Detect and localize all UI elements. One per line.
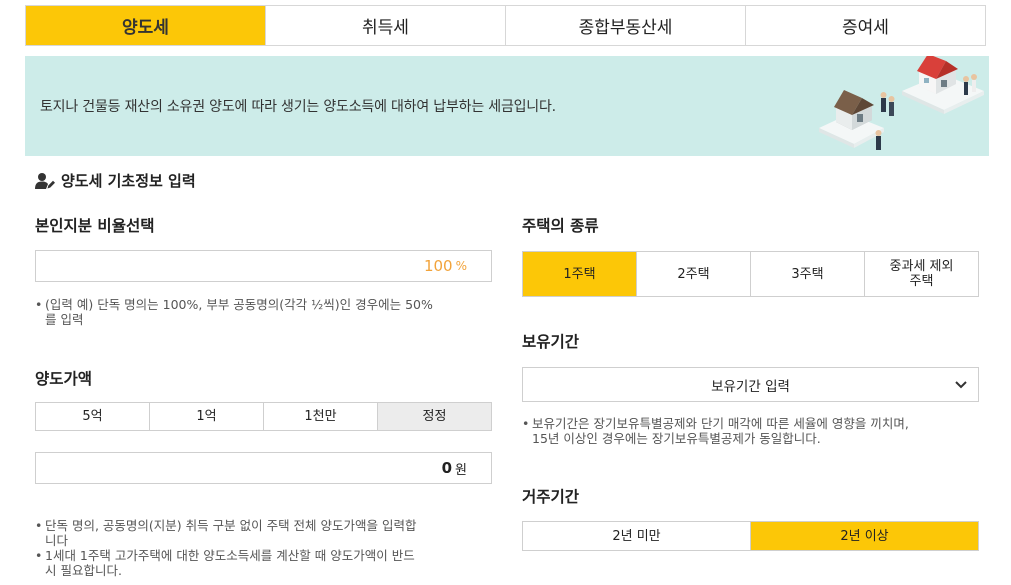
tab-capital-gains-tax[interactable]: 양도세 bbox=[26, 6, 265, 45]
house-type-label: 주택의 종류 bbox=[522, 217, 599, 235]
tab-gift-tax[interactable]: 증여세 bbox=[745, 6, 985, 45]
holding-label: 보유기간 bbox=[522, 333, 580, 351]
reset-button[interactable]: 정정 bbox=[377, 403, 491, 430]
ownership-note: • (입력 예) 단독 명의는 100%, 부부 공동명의(각각 ½씩)인 경우에… bbox=[35, 297, 433, 327]
chevron-down-icon bbox=[955, 381, 967, 389]
price-note-line: 시 필요합니다. bbox=[45, 563, 122, 578]
holding-note-line: 보유기간은 장기보유특별공제와 단기 매각에 따른 세율에 영향을 끼치며, bbox=[532, 416, 909, 431]
section-title: 양도세 기초정보 입력 bbox=[61, 172, 196, 190]
price-note-line: 단독 명의, 공동명의(지분) 취득 구분 없이 주택 전체 양도가액을 입력합 bbox=[45, 518, 417, 533]
sale-price-input[interactable]: 0 원 bbox=[35, 452, 492, 484]
ownership-note-line: (입력 예) 단독 명의는 100%, 부부 공동명의(각각 ½씩)인 경우에는… bbox=[45, 297, 433, 312]
add-100m-button[interactable]: 1억 bbox=[149, 403, 263, 430]
tab-acquisition-tax[interactable]: 취득세 bbox=[265, 6, 505, 45]
ownership-unit: % bbox=[455, 259, 467, 273]
house-type-1[interactable]: 1주택 bbox=[523, 252, 636, 296]
house-type-3[interactable]: 3주택 bbox=[750, 252, 864, 296]
add-500m-button[interactable]: 5억 bbox=[36, 403, 149, 430]
holding-note: • 보유기간은 장기보유특별공제와 단기 매각에 따른 세율에 영향을 끼치며, … bbox=[522, 416, 909, 446]
sale-price-unit: 원 bbox=[455, 462, 467, 478]
house-type-selector: 1주택 2주택 3주택 중과세 제외 주택 bbox=[522, 251, 979, 297]
tab-comprehensive-property-tax[interactable]: 종합부동산세 bbox=[505, 6, 745, 45]
price-note-line: 니다 bbox=[45, 533, 69, 548]
house-type-exempt-line2: 주택 bbox=[909, 274, 934, 289]
tax-tabs: 양도세 취득세 종합부동산세 증여세 bbox=[25, 5, 986, 46]
section-heading: 양도세 기초정보 입력 bbox=[35, 170, 196, 191]
houses-illustration-icon bbox=[819, 56, 984, 150]
ownership-note-line: 를 입력 bbox=[45, 312, 84, 327]
residence-under-2y[interactable]: 2년 미만 bbox=[523, 522, 750, 550]
price-quick-buttons: 5억 1억 1천만 정정 bbox=[35, 402, 492, 431]
add-10m-button[interactable]: 1천만 bbox=[263, 403, 377, 430]
price-label: 양도가액 bbox=[35, 370, 93, 388]
residence-period-selector: 2년 미만 2년 이상 bbox=[522, 521, 979, 551]
house-type-2[interactable]: 2주택 bbox=[636, 252, 750, 296]
ownership-label: 본인지분 비율선택 bbox=[35, 217, 155, 235]
info-banner: 토지나 건물등 재산의 소유권 양도에 따라 생기는 양도소득에 대하여 납부하… bbox=[25, 56, 989, 156]
sale-price-value: 0 bbox=[441, 459, 453, 477]
holding-note-line: 15년 이상인 경우에는 장기보유특별공제가 동일합니다. bbox=[532, 431, 821, 446]
house-type-3-label: 3주택 bbox=[791, 266, 824, 282]
house-type-2-label: 2주택 bbox=[677, 266, 710, 282]
ownership-value: 100 bbox=[423, 257, 453, 275]
holding-period-select[interactable]: 보유기간 입력 bbox=[522, 367, 979, 402]
residence-label: 거주기간 bbox=[522, 488, 580, 506]
house-type-exempt[interactable]: 중과세 제외 주택 bbox=[864, 252, 978, 296]
price-note-line: 1세대 1주택 고가주택에 대한 양도소득세를 계산할 때 양도가액이 반드 bbox=[45, 548, 415, 563]
holding-select-text: 보유기간 입력 bbox=[711, 378, 790, 395]
ownership-ratio-input[interactable]: 100 % bbox=[35, 250, 492, 282]
price-notes: • 단독 명의, 공동명의(지분) 취득 구분 없이 주택 전체 양도가액을 입력… bbox=[35, 518, 417, 578]
user-edit-icon bbox=[35, 172, 55, 189]
house-type-exempt-line1: 중과세 제외 bbox=[889, 259, 954, 274]
banner-text: 토지나 건물등 재산의 소유권 양도에 따라 생기는 양도소득에 대하여 납부하… bbox=[40, 99, 556, 115]
residence-over-2y[interactable]: 2년 이상 bbox=[750, 522, 978, 550]
house-type-1-label: 1주택 bbox=[563, 266, 596, 282]
